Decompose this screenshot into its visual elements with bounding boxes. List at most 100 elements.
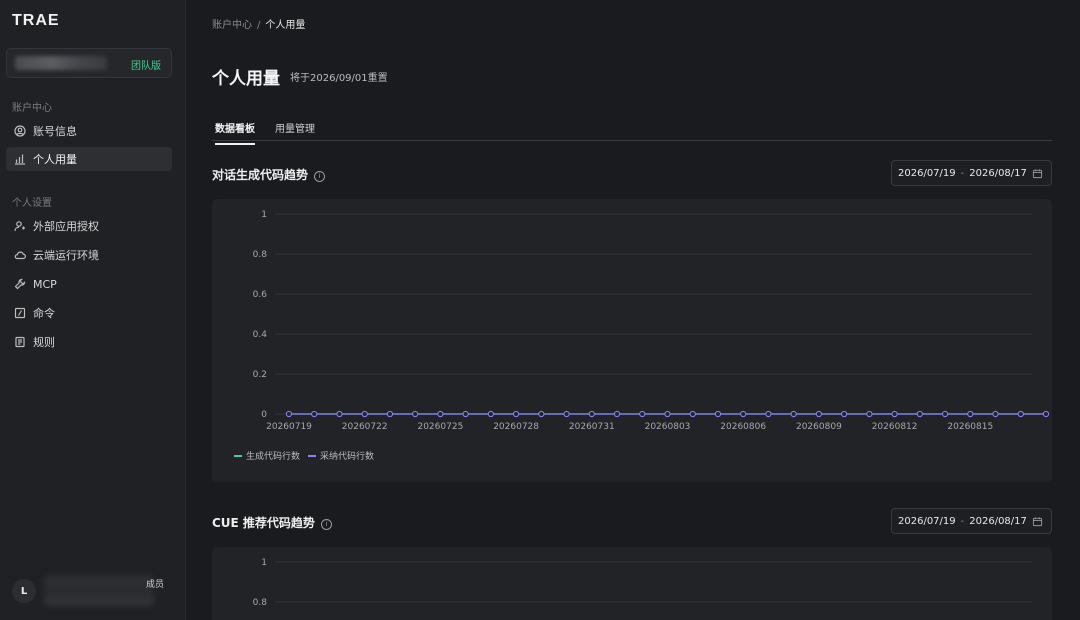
calendar-icon <box>1032 169 1043 179</box>
sidebar-item-cloud-env[interactable]: 云端运行环境 <box>6 243 172 267</box>
info-icon[interactable]: i <box>314 171 326 182</box>
sidebar-item-label: 命令 <box>33 307 55 320</box>
team-switcher[interactable]: 团队版 <box>6 48 172 78</box>
breadcrumb-parent[interactable]: 账户中心 <box>212 20 252 31</box>
user-name-redacted <box>44 576 154 606</box>
date-end: 2026/08/17 <box>969 515 1027 527</box>
data-point <box>639 410 646 418</box>
data-point <box>538 410 545 418</box>
data-point <box>412 410 419 418</box>
role-badge: 成员 <box>145 580 164 590</box>
data-point <box>563 410 570 418</box>
x-tick-label: 20260719 <box>266 422 312 432</box>
legend-item-adopted[interactable]: 采纳代码行数 <box>308 449 374 462</box>
sidebar-item-rules[interactable]: 规则 <box>6 330 172 354</box>
date-range-picker[interactable]: 2026/07/19 - 2026/08/17 <box>891 160 1052 186</box>
data-point <box>336 410 343 418</box>
data-point <box>1042 410 1050 418</box>
data-point <box>815 410 823 418</box>
sidebar-item-label: 账号信息 <box>33 125 77 138</box>
x-tick-label: 20260728 <box>493 422 539 432</box>
chart-title-text: CUE 推荐代码趋势 <box>212 516 315 530</box>
data-point <box>992 410 999 418</box>
legend-label: 生成代码行数 <box>246 452 301 462</box>
data-point <box>866 410 873 418</box>
sidebar-item-mcp[interactable]: MCP <box>6 272 172 296</box>
data-point <box>967 410 974 418</box>
line-chart-chat-codegen: 1 0.8 0.6 0.4 0.2 0 20260719 20260722 20260725 20… <box>253 210 1050 432</box>
breadcrumb: 账户中心 / 个人用量 <box>212 16 305 31</box>
reset-note: 将于2026/09/01重置 <box>290 73 388 84</box>
sidebar-item-external-auth[interactable]: 外部应用授权 <box>6 214 172 238</box>
sidebar-item-label: 规则 <box>33 336 55 349</box>
data-point <box>386 410 394 418</box>
main-content: 账户中心 / 个人用量 个人用量 将于2026/09/01重置 数据看板 用量管理 … <box>186 0 1080 620</box>
data-point <box>916 410 923 418</box>
y-tick-label: 0.8 <box>253 250 268 260</box>
data-point <box>285 410 293 418</box>
data-point <box>664 410 671 418</box>
y-tick-label: 0.8 <box>253 598 268 608</box>
sidebar-item-label: 外部应用授权 <box>33 220 99 233</box>
sidebar-item-label: MCP <box>33 277 57 291</box>
data-point <box>613 410 621 418</box>
data-point <box>437 410 444 418</box>
chart-card-cue-recommend: 1 0.8 <box>212 547 1052 620</box>
page-title: 个人用量 <box>212 69 280 89</box>
date-start: 2026/07/19 <box>898 167 956 179</box>
chart-card-chat-codegen: 1 0.8 0.6 0.4 0.2 0 20260719 20260722 20260725 20… <box>212 199 1052 482</box>
avatar[interactable]: L <box>12 579 36 603</box>
sidebar-item-label: 个人用量 <box>33 153 77 166</box>
team-name-redacted <box>15 56 107 70</box>
data-point <box>790 410 797 418</box>
sidebar-item-personal-usage[interactable]: 个人用量 <box>6 147 172 171</box>
data-point <box>588 410 595 418</box>
chart-legend: 生成代码行数 采纳代码行数 <box>234 449 374 462</box>
rules-doc-icon <box>13 335 27 349</box>
cloud-icon <box>13 248 27 262</box>
sidebar: TRAE 团队版 账户中心 账号信息 个人用量 个人设置 外部应用授权 云端运行… <box>0 0 186 620</box>
slash-command-icon <box>13 306 27 320</box>
y-tick-label: 1 <box>261 210 267 220</box>
y-tick-label: 0 <box>261 410 267 420</box>
data-point <box>487 410 495 418</box>
chart-title-chat-codegen: 对话生成代码趋势 i <box>212 166 326 183</box>
app-logo[interactable]: TRAE <box>12 12 60 30</box>
team-plan-badge: 团队版 <box>131 61 161 72</box>
calendar-icon <box>1032 517 1043 527</box>
y-tick-label: 0.6 <box>253 290 268 300</box>
section-label-personal-settings: 个人设置 <box>12 198 52 209</box>
x-tick-label: 20260722 <box>342 422 388 432</box>
y-tick-label: 1 <box>261 558 267 568</box>
x-tick-label: 20260815 <box>947 422 993 432</box>
data-point <box>840 410 848 418</box>
line-chart-cue-recommend: 10.8 <box>253 558 1032 608</box>
data-point <box>714 410 722 418</box>
data-point <box>689 410 696 418</box>
data-point <box>311 410 318 418</box>
data-point <box>740 410 747 418</box>
sidebar-item-label: 云端运行环境 <box>33 249 99 262</box>
sidebar-item-commands[interactable]: 命令 <box>6 301 172 325</box>
breadcrumb-separator: / <box>257 20 261 31</box>
legend-item-generated[interactable]: 生成代码行数 <box>234 449 300 462</box>
x-tick-label: 20260812 <box>872 422 918 432</box>
chart-title-cue-recommend: CUE 推荐代码趋势 i <box>212 514 332 531</box>
x-tick-label: 20260809 <box>796 422 842 432</box>
data-point <box>891 410 898 418</box>
sidebar-item-account-info[interactable]: 账号信息 <box>6 119 172 143</box>
data-point <box>941 410 949 418</box>
tab-usage-management[interactable]: 用量管理 <box>275 120 315 143</box>
bar-chart-icon <box>13 152 27 166</box>
date-start: 2026/07/19 <box>898 515 956 527</box>
data-point <box>512 410 520 418</box>
x-tick-label: 20260731 <box>569 422 615 432</box>
date-end: 2026/08/17 <box>969 167 1027 179</box>
date-range-picker[interactable]: 2026/07/19 - 2026/08/17 <box>891 508 1052 534</box>
wrench-icon <box>13 277 27 291</box>
data-point <box>462 410 469 418</box>
tab-dashboard[interactable]: 数据看板 <box>215 120 255 145</box>
info-icon[interactable]: i <box>320 519 332 530</box>
x-tick-label: 20260803 <box>645 422 691 432</box>
user-profile[interactable]: L 成员 <box>12 576 172 606</box>
